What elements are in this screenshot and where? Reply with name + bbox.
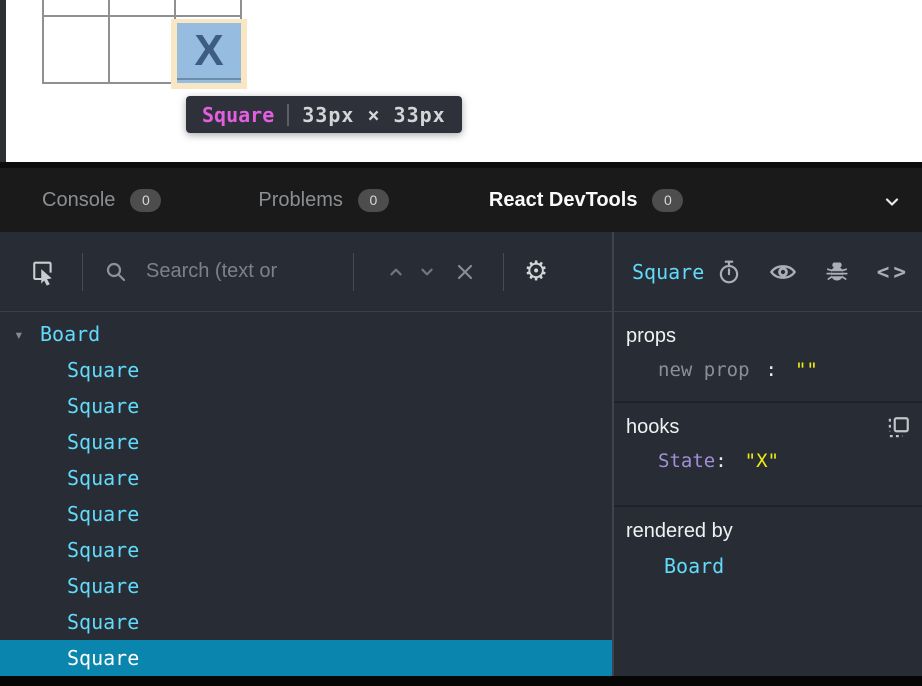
- parse-hook-names-icon[interactable]: [885, 415, 911, 441]
- tree-item-square[interactable]: Square: [0, 388, 612, 424]
- tree-item-label: Square: [67, 430, 139, 454]
- colon: :: [766, 359, 777, 381]
- cell-value: X: [194, 29, 223, 77]
- rendered-by-title: rendered by: [626, 520, 922, 543]
- inspector-actions: <>: [716, 258, 910, 286]
- tree-item-label: Square: [67, 502, 139, 526]
- tab-console[interactable]: Console 0: [42, 189, 161, 212]
- tree-item-square[interactable]: Square: [0, 604, 612, 640]
- components-tree-pane: ⚙ ▾ Board Square Square Square Square Sq…: [0, 232, 612, 676]
- tree-item-square[interactable]: Square: [0, 352, 612, 388]
- tooltip-divider: [287, 104, 289, 126]
- tree-item-square[interactable]: Square: [0, 496, 612, 532]
- tree-item-board[interactable]: ▾ Board: [0, 316, 612, 352]
- chevron-down-icon[interactable]: [416, 261, 438, 283]
- tree-item-label: Square: [67, 610, 139, 634]
- tree-item-label: Square: [67, 538, 139, 562]
- rendered-by-section: rendered by Board: [614, 507, 922, 613]
- code-brackets-icon[interactable]: <>: [877, 260, 910, 284]
- window-bottom-strip: [0, 676, 922, 686]
- grid-line: [42, 15, 242, 17]
- chevron-down-icon[interactable]: [880, 190, 904, 219]
- window-edge-strip: [0, 0, 6, 163]
- tab-label: React DevTools: [489, 189, 638, 212]
- grid-line: [42, 0, 44, 84]
- hook-name: State: [658, 450, 715, 472]
- chevron-up-icon[interactable]: [385, 261, 407, 283]
- problems-count-badge: 0: [358, 189, 389, 212]
- hook-row: State: "X": [658, 450, 922, 472]
- console-count-badge: 0: [130, 189, 161, 212]
- gear-icon[interactable]: ⚙: [524, 258, 548, 285]
- tree-item-square[interactable]: Square: [0, 532, 612, 568]
- tooltip-component-name: Square: [202, 103, 274, 127]
- stopwatch-icon[interactable]: [716, 259, 742, 285]
- selected-component-name: Square: [632, 260, 704, 284]
- tab-label: Console: [42, 189, 115, 212]
- bug-icon[interactable]: [824, 259, 850, 285]
- tree-item-label: Square: [67, 646, 139, 670]
- search-icon: [104, 260, 128, 284]
- inspect-tooltip: Square 33px × 33px: [186, 96, 462, 133]
- toolbar-divider: [503, 253, 504, 291]
- hook-value[interactable]: "X": [745, 450, 779, 472]
- rendered-by-owner-link[interactable]: Board: [664, 554, 724, 578]
- tree-item-label: Board: [40, 322, 100, 346]
- disclosure-triangle-icon[interactable]: ▾: [14, 325, 40, 344]
- component-tree: ▾ Board Square Square Square Square Squa…: [0, 312, 612, 676]
- tree-item-label: Square: [67, 358, 139, 382]
- screen: X Square 33px × 33px Console 0 Problems …: [0, 0, 922, 686]
- cell-border: [177, 78, 241, 80]
- tab-react-devtools[interactable]: React DevTools 0: [489, 189, 684, 212]
- hooks-title: hooks: [626, 416, 922, 439]
- component-inspector-pane: Square: [614, 232, 922, 676]
- close-icon[interactable]: [453, 260, 477, 284]
- tree-item-square[interactable]: Square: [0, 568, 612, 604]
- tree-toolbar: ⚙: [0, 232, 612, 312]
- hooks-section: hooks State: "X": [614, 403, 922, 507]
- tree-item-square[interactable]: Square: [0, 424, 612, 460]
- prop-row: new prop : "": [658, 359, 922, 381]
- browser-page: X Square 33px × 33px: [0, 0, 922, 163]
- tree-item-square[interactable]: Square: [0, 460, 612, 496]
- toolbar-divider: [82, 253, 83, 291]
- tree-item-square-selected[interactable]: Square: [0, 640, 612, 676]
- inspect-element-icon[interactable]: [29, 258, 57, 286]
- tab-problems[interactable]: Problems 0: [258, 189, 388, 212]
- new-prop-field[interactable]: new prop: [658, 359, 750, 381]
- tab-label: Problems: [258, 189, 342, 212]
- inspector-toolbar: Square: [614, 232, 922, 312]
- tree-item-label: Square: [67, 394, 139, 418]
- grid-line: [108, 0, 110, 84]
- eye-icon[interactable]: [769, 258, 797, 286]
- react-devtools-panel: ⚙ ▾ Board Square Square Square Square Sq…: [0, 232, 922, 676]
- tree-item-label: Square: [67, 466, 139, 490]
- colon: :: [715, 450, 726, 472]
- prop-value[interactable]: "": [795, 359, 818, 381]
- props-title: props: [626, 325, 922, 348]
- square-cell-button[interactable]: X: [177, 23, 241, 83]
- inspect-highlight-margin: X: [171, 19, 247, 89]
- tooltip-dimensions: 33px × 33px: [302, 103, 445, 127]
- props-section: props new prop : "": [614, 312, 922, 403]
- tree-item-label: Square: [67, 574, 139, 598]
- toolbar-divider: [353, 253, 354, 291]
- search-input[interactable]: [146, 260, 351, 283]
- devtools-drawer-tab-bar: Console 0 Problems 0 React DevTools 0: [0, 162, 922, 232]
- react-devtools-count-badge: 0: [652, 189, 683, 212]
